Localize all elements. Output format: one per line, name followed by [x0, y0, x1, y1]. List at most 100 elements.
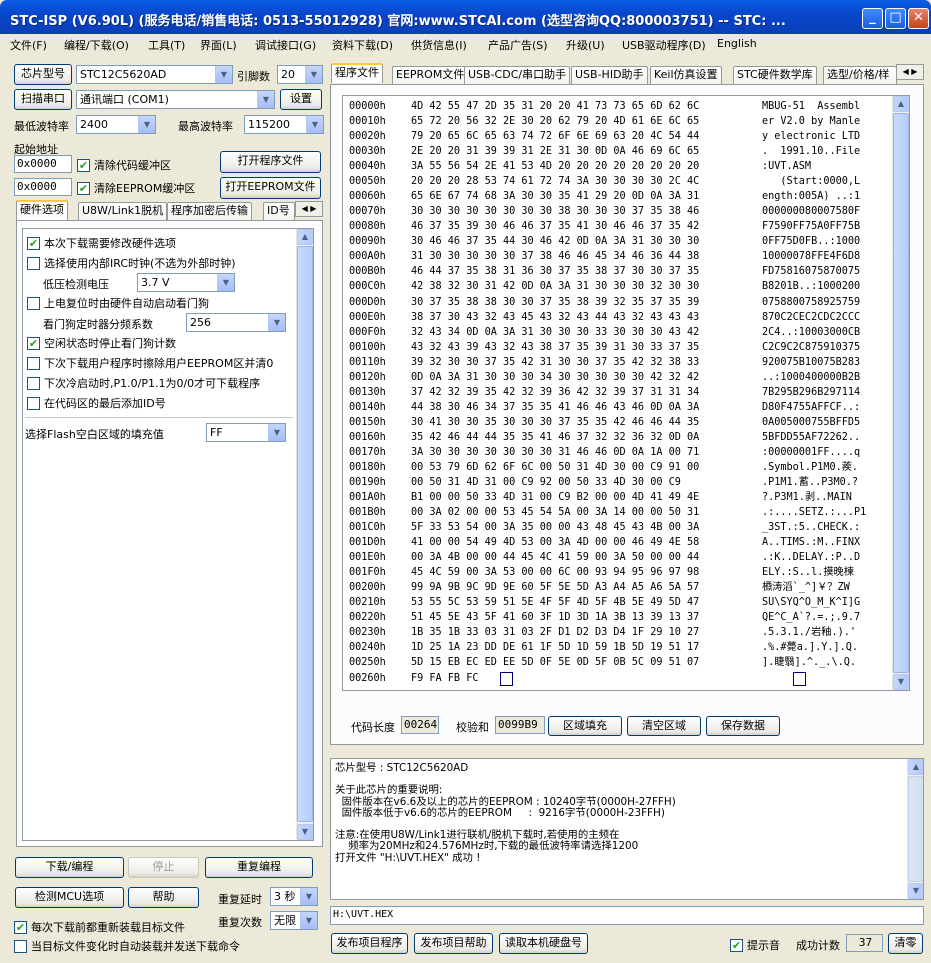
beep-checkbox[interactable]: ✔ 提示音	[730, 937, 780, 953]
save-data-button[interactable]: 保存数据	[706, 716, 780, 736]
menu-file[interactable]: 文件(F)	[10, 37, 47, 53]
hex-ascii: 0758800758925759	[762, 296, 861, 308]
repeat-count-select[interactable]: 无限 ▼	[270, 911, 318, 930]
scan-port-button[interactable]: 扫描串口	[14, 89, 72, 110]
code-length-value: 00264	[401, 716, 439, 734]
com-port-select[interactable]: 通讯端口 (COM1) ▼	[76, 90, 275, 109]
repeat-delay-select[interactable]: 3 秒 ▼	[270, 887, 318, 906]
tab-usb-cdc[interactable]: USB-CDC/串口助手	[464, 66, 571, 84]
message-line: 关于此芯片的重要说明:	[335, 784, 443, 797]
menu-ads[interactable]: 产品广告(S)	[488, 37, 548, 53]
menu-upgrade[interactable]: 升级(U)	[566, 37, 605, 53]
title-bar[interactable]: STC-ISP (V6.90L) (服务电话/销售电话: 0513-550129…	[0, 0, 931, 38]
tab-keil-emulation[interactable]: Keil仿真设置	[650, 66, 722, 84]
publish-help-button[interactable]: 发布项目帮助	[414, 933, 493, 954]
detect-mcu-button[interactable]: 检测MCU选项	[15, 887, 124, 908]
hex-ascii: :00000001FF....q	[762, 446, 861, 458]
menu-program[interactable]: 编程/下载(O)	[64, 37, 129, 53]
chevron-up-icon[interactable]: ▲	[893, 96, 909, 112]
chevron-down-icon[interactable]: ▼	[908, 883, 923, 899]
eeprom-start-address-input[interactable]: 0x0000	[14, 178, 72, 196]
cold-start-p1-checkbox[interactable]: 下次冷启动时,P1.0/P1.1为0/0才可下载程序	[27, 375, 260, 391]
menu-tools[interactable]: 工具(T)	[148, 37, 185, 53]
close-button[interactable]: ✕	[908, 8, 929, 29]
chevron-down-icon[interactable]: ▼	[893, 674, 909, 690]
publish-program-button[interactable]: 发布项目程序	[331, 933, 408, 954]
tab-u8w-offline[interactable]: U8W/Link1脱机	[78, 202, 168, 220]
chip-model-select[interactable]: STC12C5620AD ▼	[76, 65, 233, 84]
message-line: 固件版本低于v6.6的芯片的EEPROM : 9216字节(0000H-23FF…	[335, 806, 665, 819]
tab-selection-price[interactable]: 选型/价格/样	[823, 66, 897, 84]
minimize-button[interactable]: _	[862, 8, 883, 29]
hex-ascii: ?.P3M1.剥..MAIN	[762, 492, 852, 504]
tab-math-library[interactable]: STC硬件数学库	[733, 66, 817, 84]
hex-ascii: D80F4755AFFCF..:	[762, 401, 861, 413]
open-eeprom-file-button[interactable]: 打开EEPROM文件	[220, 177, 321, 199]
read-disk-id-button[interactable]: 读取本机硬盘号	[499, 933, 588, 954]
scroll-thumb[interactable]	[908, 776, 923, 882]
auto-send-on-change-checkbox[interactable]: 当目标文件变化时自动装载并发送下载命令	[14, 938, 240, 954]
min-baud-select[interactable]: 2400 ▼	[76, 115, 156, 134]
fill-area-button[interactable]: 区域填充	[548, 716, 622, 736]
open-program-file-button[interactable]: 打开程序文件	[220, 151, 321, 173]
tab-program-file[interactable]: 程序文件	[331, 63, 383, 83]
pin-count-select[interactable]: 20 ▼	[277, 65, 323, 84]
menu-debug[interactable]: 调试接口(G)	[255, 37, 316, 53]
maximize-button[interactable]: □	[885, 8, 906, 29]
append-id-checkbox[interactable]: 在代码区的最后添加ID号	[27, 395, 166, 411]
tab-usb-hid[interactable]: USB-HID助手	[571, 66, 648, 84]
tab-scroll-arrows[interactable]: ◀ ▶	[295, 201, 323, 217]
chevron-down-icon: ▼	[268, 424, 285, 441]
download-program-button[interactable]: 下载/编程	[15, 857, 124, 878]
chevron-up-icon[interactable]: ▲	[297, 229, 313, 245]
idle-stop-watchdog-checkbox[interactable]: ✔ 空闲状态时停止看门狗计数	[27, 335, 176, 351]
clear-code-buffer-checkbox[interactable]: ✔ 清除代码缓冲区	[77, 157, 171, 173]
message-scrollbar[interactable]: ▲ ▼	[907, 759, 923, 899]
hex-bytes: 65 6E 67 74 68 3A 30 30 35 41 29 20 0D 0…	[411, 191, 700, 203]
hex-ascii: SU\SYQ^O_M_K^I]G	[762, 597, 861, 609]
watchdog-divider-select[interactable]: 256 ▼	[186, 313, 286, 332]
flash-fill-select[interactable]: FF ▼	[206, 423, 286, 442]
file-path-field[interactable]: H:\UVT.HEX	[330, 906, 924, 925]
hex-scrollbar[interactable]: ▲ ▼	[892, 96, 909, 690]
chevron-up-icon[interactable]: ▲	[908, 759, 923, 775]
hex-ascii: 920075B10075B283	[762, 356, 861, 368]
chevron-down-icon: ▼	[138, 116, 155, 133]
clear-eeprom-buffer-checkbox[interactable]: ✔ 清除EEPROM缓冲区	[77, 180, 195, 196]
stop-button[interactable]: 停止	[128, 857, 199, 878]
menu-usb-driver[interactable]: USB驱动程序(D)	[622, 37, 706, 53]
menu-supply[interactable]: 供货信息(I)	[411, 37, 467, 53]
auto-watchdog-checkbox[interactable]: 上电复位时由硬件自动启动看门狗	[27, 295, 209, 311]
hex-viewer[interactable]: 00000h 4D 42 55 47 2D 35 31 20 20 41 73 7…	[342, 95, 910, 691]
hex-offset: 001A0h	[349, 492, 386, 504]
reset-count-button[interactable]: 清零	[888, 933, 923, 954]
chevron-down-icon[interactable]: ▼	[297, 824, 313, 840]
menu-english[interactable]: English	[717, 37, 757, 50]
internal-irc-checkbox[interactable]: 选择使用内部IRC时钟(不选为外部时钟)	[27, 255, 236, 271]
low-voltage-select[interactable]: 3.7 V ▼	[137, 273, 235, 292]
help-button[interactable]: 帮助	[128, 887, 199, 908]
clear-area-button[interactable]: 清空区域	[627, 716, 701, 736]
hex-ascii: ength:005A) ..:1	[762, 191, 861, 203]
menu-download[interactable]: 资料下载(D)	[332, 37, 393, 53]
hex-ascii: MBUG-51 Assembl	[762, 101, 861, 112]
tab-encrypted-transfer[interactable]: 程序加密后传输	[167, 202, 252, 220]
chip-model-button[interactable]: 芯片型号	[14, 64, 72, 85]
hw-options-scrollbar[interactable]: ▲ ▼	[296, 229, 313, 840]
tab-id-number[interactable]: ID号	[263, 202, 295, 220]
code-start-address-input[interactable]: 0x0000	[14, 155, 72, 173]
max-baud-select[interactable]: 115200 ▼	[244, 115, 324, 134]
scroll-thumb[interactable]	[893, 113, 909, 673]
menu-interface[interactable]: 界面(L)	[200, 37, 237, 53]
scroll-thumb[interactable]	[297, 246, 313, 822]
message-log[interactable]: 芯片型号 : STC12C5620AD 关于此芯片的重要说明: 固件版本在v6.6…	[330, 758, 924, 900]
settings-button[interactable]: 设置	[280, 89, 322, 110]
right-tab-scroll-arrows[interactable]: ◀ ▶	[896, 64, 924, 80]
erase-eeprom-checkbox[interactable]: 下次下载用户程序时擦除用户EEPROM区并清0	[27, 355, 273, 371]
modify-hw-options-checkbox[interactable]: ✔ 本次下载需要修改硬件选项	[27, 235, 176, 251]
tab-hardware-options[interactable]: 硬件选项	[16, 200, 68, 220]
tab-eeprom-file[interactable]: EEPROM文件	[392, 66, 469, 84]
repeat-program-button[interactable]: 重复编程	[205, 857, 313, 878]
reload-before-download-checkbox[interactable]: ✔ 每次下载前都重新装载目标文件	[14, 919, 185, 935]
hex-offset: 000B0h	[349, 266, 386, 278]
